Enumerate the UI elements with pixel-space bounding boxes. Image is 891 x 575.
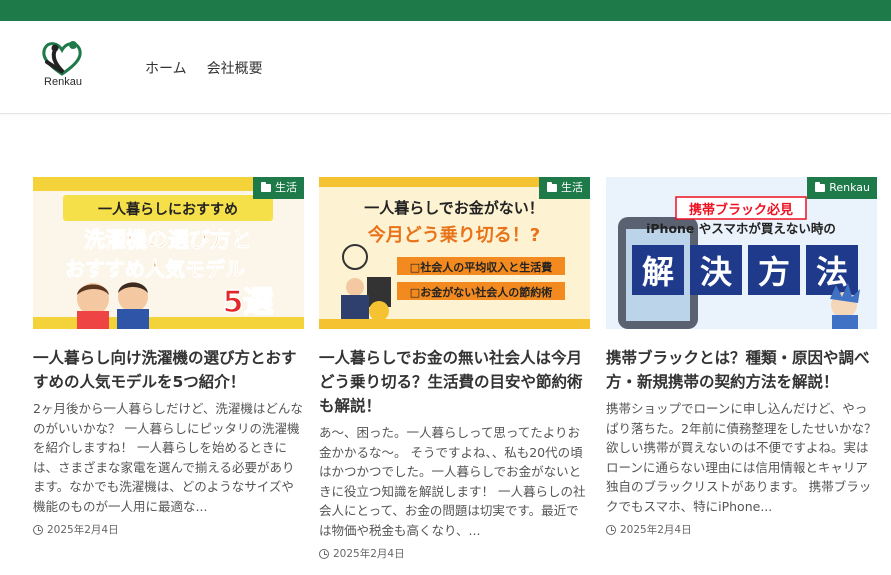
article-date: 2025年2月4日 [606, 522, 877, 537]
thumb-line-4: □お金がない社会人の節約術 [410, 285, 552, 299]
article-thumbnail[interactable]: 携帯ブラック必見 iPhone やスマホが買えない時の 解 決 方 法 Renk… [606, 177, 877, 329]
article-thumbnail[interactable]: 一人暮らしでお金がない！ 今月どう乗り切る！? □社会人の平均収入と生活費 □お… [319, 177, 590, 329]
thumb-line-1: 携帯ブラック必見 [689, 202, 793, 218]
article-excerpt: 携帯ショップでローンに申し込んだけど、やっぱり落ちた。2年前に債務整理をしたせい… [606, 401, 877, 514]
thumb-line-1: 一人暮らしでお金がない！ [364, 199, 544, 217]
main-nav: ホーム 会社概要 [145, 58, 263, 78]
top-bar [0, 0, 891, 21]
thumb-line-6: 法 [816, 253, 848, 291]
nav-company[interactable]: 会社概要 [207, 58, 263, 78]
article-date: 2025年2月4日 [33, 522, 304, 537]
folder-icon [547, 182, 557, 192]
article-thumbnail[interactable]: 一人暮らしにおすすめ 洗濯機の選び方と おすすめ人気モデル 5選 生活 [33, 177, 304, 329]
article-date: 2025年2月4日 [319, 546, 590, 561]
thumb-line-3: おすすめ人気モデル [65, 257, 245, 281]
thumb-line-4: 5選 [223, 285, 274, 320]
category-label: 生活 [275, 181, 297, 194]
category-badge[interactable]: Renkau [807, 177, 877, 199]
thumb-line-1: 一人暮らしにおすすめ [98, 201, 238, 218]
category-badge[interactable]: 生活 [539, 177, 590, 199]
washing-machine-thumbnail: 一人暮らしにおすすめ 洗濯機の選び方と おすすめ人気モデル 5選 [33, 177, 304, 329]
nav-home[interactable]: ホーム [145, 58, 187, 78]
article-excerpt: あ〜、困った。一人暮らしって思ってたよりお金かかるな〜。 そうですよね、、私も2… [319, 425, 586, 538]
article-title[interactable]: 携帯ブラックとは？種類・原因や調べ方・新規携帯の契約方法を解説！ [606, 346, 877, 394]
category-label: Renkau [829, 181, 870, 194]
article-card[interactable]: 携帯ブラック必見 iPhone やスマホが買えない時の 解 決 方 法 Renk… [606, 177, 877, 537]
category-label: 生活 [561, 181, 583, 194]
thumb-line-2: iPhone やスマホが買えない時の [646, 221, 836, 236]
category-badge[interactable]: 生活 [253, 177, 304, 199]
site-logo[interactable]: Renkau [33, 36, 91, 94]
thumb-line-3: □社会人の平均収入と生活費 [410, 260, 552, 274]
article-card[interactable]: 一人暮らしでお金がない！ 今月どう乗り切る！? □社会人の平均収入と生活費 □お… [319, 177, 590, 561]
date-text: 2025年2月4日 [620, 524, 692, 536]
mobile-blacklist-thumbnail: 携帯ブラック必見 iPhone やスマホが買えない時の 解 決 方 法 [606, 177, 877, 329]
thumb-line-2: 洗濯機の選び方と [84, 228, 252, 252]
thumb-line-2: 今月どう乗り切る！? [368, 224, 540, 246]
clock-icon [33, 524, 43, 535]
date-text: 2025年2月4日 [333, 548, 405, 560]
clock-icon [606, 524, 616, 535]
folder-icon [815, 182, 826, 192]
article-excerpt: 2ヶ月後から一人暮らしだけど、洗濯機はどんなのがいいかな？ 一人暮らしにピッタリ… [33, 401, 303, 514]
logo-heart-icon [42, 41, 82, 76]
article-title[interactable]: 一人暮らし向け洗濯機の選び方とおすすめの人気モデルを5つ紹介！ [33, 346, 304, 394]
article-card[interactable]: 一人暮らしにおすすめ 洗濯機の選び方と おすすめ人気モデル 5選 生活 一人暮ら… [33, 177, 304, 537]
thumb-line-4: 決 [700, 253, 732, 291]
money-thumbnail: 一人暮らしでお金がない！ 今月どう乗り切る！? □社会人の平均収入と生活費 □お… [319, 177, 590, 329]
folder-icon [261, 182, 271, 192]
thumb-line-5: 方 [758, 253, 790, 291]
logo-text: Renkau [44, 76, 82, 88]
article-title[interactable]: 一人暮らしでお金の無い社会人は今月どう乗り切る？生活費の目安や節約術も解説！ [319, 346, 590, 418]
site-header: Renkau ホーム 会社概要 [0, 21, 891, 114]
clock-icon [319, 548, 329, 559]
thumb-line-3: 解 [642, 253, 674, 291]
date-text: 2025年2月4日 [47, 524, 119, 536]
